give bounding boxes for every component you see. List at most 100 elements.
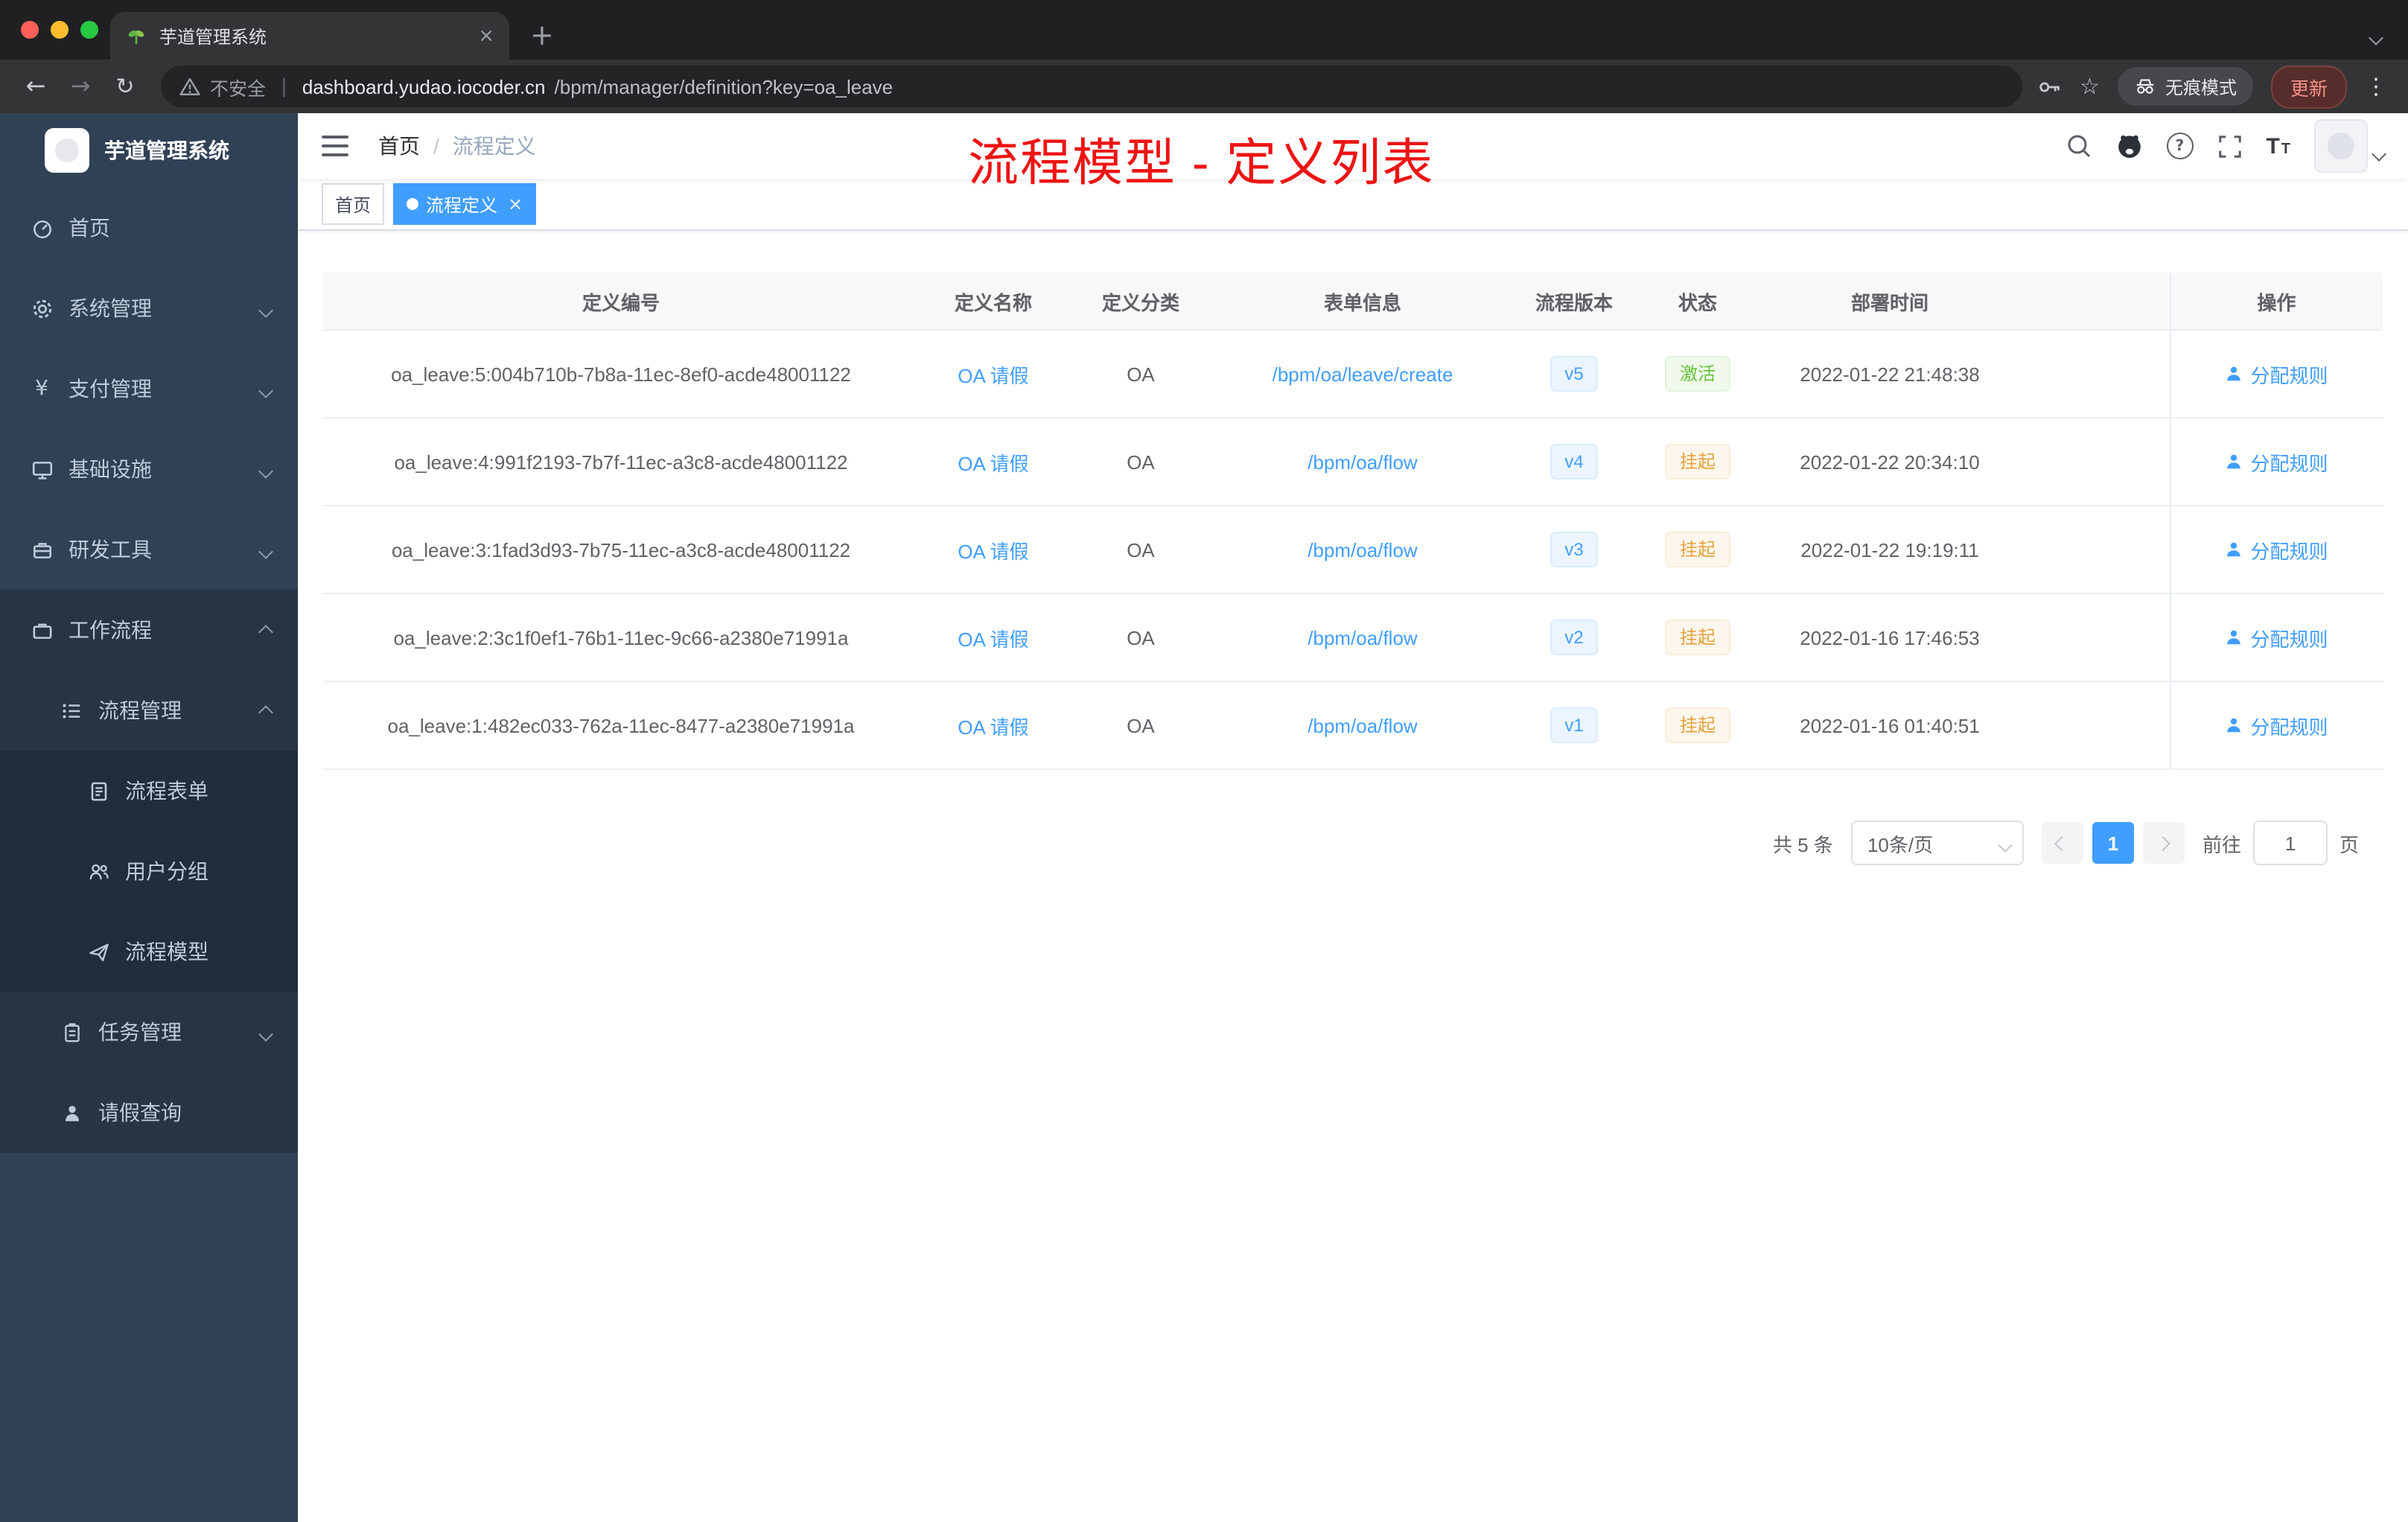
definition-name-link[interactable]: OA 请假 (958, 540, 1028, 562)
user-menu[interactable] (2314, 119, 2386, 173)
version-badge: v1 (1549, 707, 1599, 743)
sidebar-item-devtools[interactable]: 研发工具 (0, 509, 298, 590)
content-area: 首页 / 流程定义 ? T T 首页 流程定义 × 定义编号 定义名称 定义分类… (298, 113, 2408, 1522)
new-tab-button[interactable]: + (530, 22, 554, 51)
status-badge: 挂起 (1664, 707, 1730, 743)
sidebar-item-process-form[interactable]: 流程表单 (0, 751, 298, 831)
form-info-link[interactable]: /bpm/oa/flow (1307, 626, 1417, 649)
breadcrumb: 首页 / 流程定义 (378, 131, 536, 161)
fullscreen-icon[interactable] (2217, 133, 2242, 159)
incognito-profile-chip[interactable]: 无痕模式 (2117, 67, 2253, 106)
col-definition-name: 定义名称 (919, 273, 1068, 331)
page-main: 定义编号 定义名称 定义分类 表单信息 流程版本 状态 部署时间 操作 oa_l… (298, 231, 2408, 1522)
app-title: 芋道管理系统 (104, 138, 229, 162)
tab-title: 芋道管理系统 (159, 26, 267, 47)
col-definition-id: 定义编号 (323, 273, 919, 331)
goto-page-input[interactable] (2252, 821, 2328, 865)
col-form-info: 表单信息 (1214, 273, 1512, 331)
sidebar-item-leave-query[interactable]: 请假查询 (0, 1072, 298, 1153)
assign-rule-link[interactable]: 分配规则 (2225, 711, 2328, 739)
tag-process-definition[interactable]: 流程定义 × (393, 183, 537, 225)
user-icon (2227, 630, 2241, 645)
forward-button[interactable]: → (60, 74, 101, 98)
tag-close-icon[interactable]: × (508, 195, 523, 213)
form-info-link[interactable]: /bpm/oa/leave/create (1273, 363, 1453, 385)
help-icon[interactable]: ? (2166, 133, 2194, 159)
sidebar-item-home[interactable]: 首页 (0, 188, 298, 268)
app-logo-row[interactable]: 芋道管理系统 (0, 113, 298, 188)
cell-definition-id: oa_leave:4:991f2193-7b7f-11ec-a3c8-acde4… (323, 418, 919, 506)
sidebar-item-process-management[interactable]: 流程管理 (0, 670, 298, 751)
sidebar-item-task-management[interactable]: 任务管理 (0, 992, 298, 1072)
active-tag-dot-icon (407, 198, 419, 210)
back-button[interactable]: ← (15, 74, 57, 98)
infrastructure-icon (30, 458, 54, 480)
breadcrumb-home-link[interactable]: 首页 (378, 131, 420, 161)
chrome-update-button[interactable]: 更新 (2270, 65, 2347, 108)
col-spacer (2021, 273, 2170, 331)
browser-tab[interactable]: 芋道管理系统 × (110, 12, 509, 60)
chevron-up-icon (258, 618, 273, 642)
bookmark-star-icon[interactable]: ☆ (2080, 73, 2100, 100)
chevron-down-icon (1998, 832, 2013, 854)
breadcrumb-separator: / (433, 134, 439, 158)
dashboard-icon (30, 217, 54, 239)
definition-name-link[interactable]: OA 请假 (958, 716, 1028, 738)
security-label: 不安全 (210, 78, 267, 99)
prev-page-button[interactable] (2041, 822, 2083, 864)
definition-name-link[interactable]: OA 请假 (958, 364, 1028, 386)
zoom-window-button[interactable] (80, 21, 98, 39)
not-secure-warning-icon (179, 77, 200, 95)
sidebar-item-infrastructure[interactable]: 基础设施 (0, 429, 298, 509)
search-icon[interactable] (2065, 133, 2092, 159)
page-size-select[interactable]: 10条/页 (1850, 821, 2024, 865)
sidebar-item-payment[interactable]: ¥ 支付管理 (0, 348, 298, 429)
avatar (2314, 119, 2368, 173)
tab-favicon (128, 29, 144, 44)
browser-menu-icon[interactable]: ⋮ (2365, 73, 2387, 100)
sidebar-item-system[interactable]: 系统管理 (0, 268, 298, 348)
assign-rule-link[interactable]: 分配规则 (2225, 623, 2328, 652)
form-info-link[interactable]: /bpm/oa/flow (1307, 714, 1417, 736)
browser-toolbar: ← → ↻ 不安全 | dashboard.yudao.iocoder.cn/b… (0, 60, 2408, 113)
table-row: oa_leave:4:991f2193-7b7f-11ec-a3c8-acde4… (323, 418, 2383, 506)
caret-down-icon (2372, 140, 2386, 167)
url-separator: | (281, 75, 287, 98)
password-key-icon[interactable] (2036, 74, 2062, 99)
form-info-link[interactable]: /bpm/oa/flow (1307, 450, 1417, 473)
assign-rule-link[interactable]: 分配规则 (2225, 448, 2328, 476)
reload-button[interactable]: ↻ (104, 74, 146, 98)
navbar-right: ? TT (2065, 119, 2386, 173)
tag-home[interactable]: 首页 (322, 183, 385, 225)
chevron-down-icon (258, 457, 273, 481)
definition-name-link[interactable]: OA 请假 (958, 628, 1028, 650)
tab-search-icon[interactable] (2369, 24, 2383, 51)
status-badge: 挂起 (1664, 532, 1730, 567)
process-list-icon (60, 699, 83, 722)
table-row: oa_leave:1:482ec033-762a-11ec-8477-a2380… (323, 681, 2383, 770)
page-number-1[interactable]: 1 (2092, 822, 2134, 864)
chevron-down-icon (258, 377, 273, 401)
tab-close-icon[interactable]: × (478, 26, 494, 45)
pagination-total: 共 5 条 (1773, 833, 1833, 856)
assign-rule-link[interactable]: 分配规则 (2225, 535, 2328, 564)
sidebar-item-workflow[interactable]: 工作流程 (0, 590, 298, 670)
sidebar-item-process-model[interactable]: 流程模型 (0, 911, 298, 992)
sidebar-item-user-group[interactable]: 用户分组 (0, 831, 298, 911)
definition-name-link[interactable]: OA 请假 (958, 452, 1028, 474)
col-deploy-time: 部署时间 (1759, 273, 2021, 331)
devtools-icon (30, 538, 54, 561)
sidebar-fold-icon[interactable] (322, 136, 348, 156)
assign-rule-link[interactable]: 分配规则 (2225, 360, 2328, 388)
font-size-icon[interactable]: TT (2266, 135, 2290, 157)
close-window-button[interactable] (21, 21, 39, 39)
minimize-window-button[interactable] (51, 21, 69, 39)
github-icon[interactable] (2115, 133, 2142, 159)
form-info-link[interactable]: /bpm/oa/flow (1307, 538, 1417, 561)
cell-spacer (2021, 593, 2170, 682)
cell-category: OA (1068, 506, 1214, 594)
address-bar[interactable]: 不安全 | dashboard.yudao.iocoder.cn/bpm/man… (161, 66, 2022, 107)
window-controls (21, 21, 98, 39)
status-badge: 激活 (1664, 356, 1730, 392)
next-page-button[interactable] (2142, 822, 2185, 864)
